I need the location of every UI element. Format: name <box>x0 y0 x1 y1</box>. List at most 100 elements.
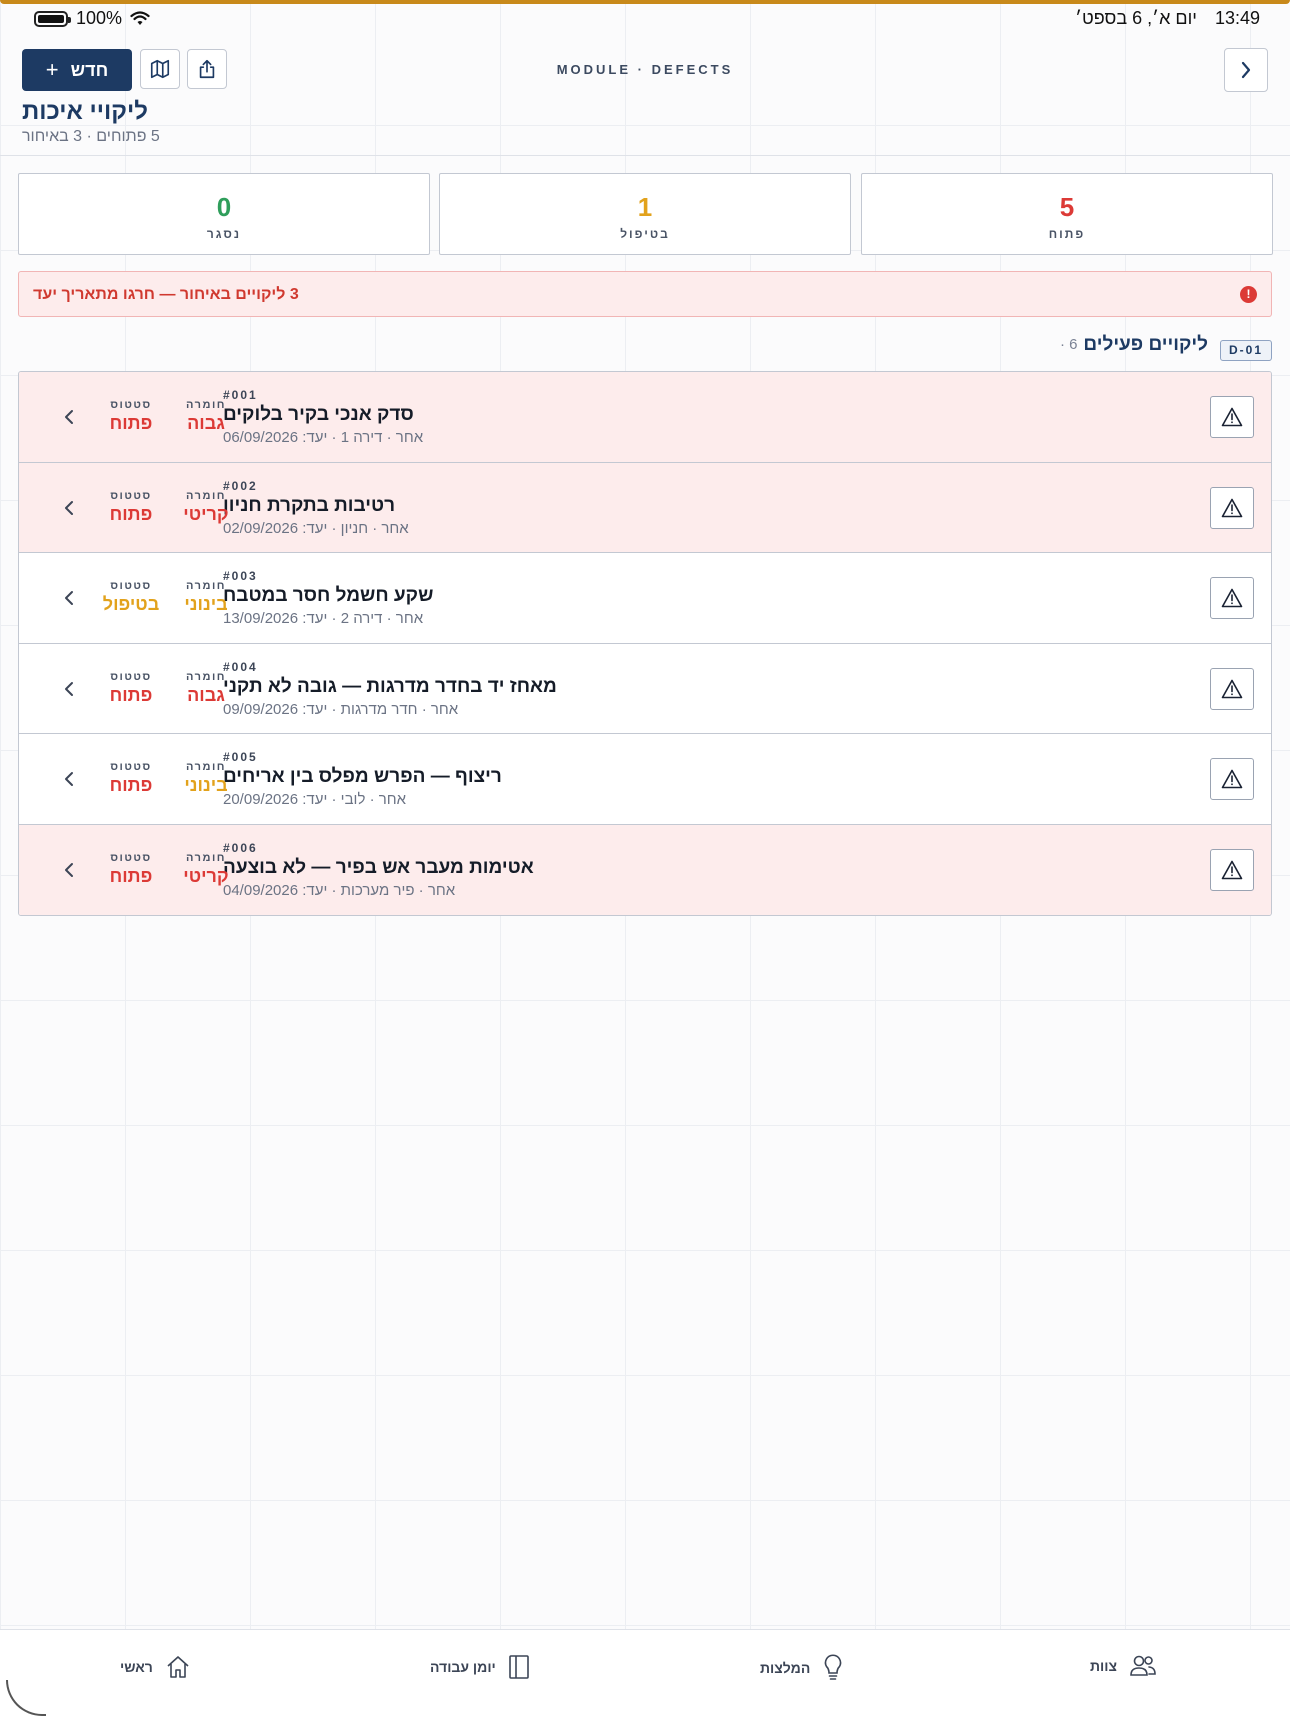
status-date: יום א׳, 6 בספט׳ <box>1075 8 1197 28</box>
nav-home[interactable]: ראשי <box>120 1654 191 1680</box>
severity-header: חומרה <box>186 580 226 592</box>
warning-button[interactable] <box>1210 577 1254 619</box>
status-column: סטטוס פתוח <box>91 671 171 706</box>
warning-button[interactable] <box>1210 848 1254 891</box>
stat-open-card[interactable]: 5 פתוח <box>861 173 1273 255</box>
defect-row[interactable]: #004 מאחז יד בחדר מדרגות — גובה לא תקני … <box>19 643 1271 734</box>
nav-recommendations-label: המלצות <box>760 1660 811 1676</box>
chevron-left-icon[interactable] <box>62 767 76 791</box>
warning-triangle-icon <box>1221 860 1243 879</box>
chevron-left-icon[interactable] <box>62 677 76 701</box>
status-column: סטטוס פתוח <box>91 852 171 887</box>
defect-meta: אחר · חדר מדרגות · יעד: 09/09/2026 <box>223 700 459 718</box>
status-header: סטטוס <box>110 761 152 773</box>
warning-button[interactable] <box>1210 758 1254 800</box>
defect-row[interactable]: #002 רטיבות בתקרת חניון אחר · חניון · יע… <box>19 462 1271 553</box>
chevron-left-icon[interactable] <box>62 405 76 429</box>
nav-worklog-label: יומן עבודה <box>430 1659 496 1675</box>
severity-value: בינוני <box>184 775 228 795</box>
severity-header: חומרה <box>186 489 226 502</box>
warning-button[interactable] <box>1210 396 1254 438</box>
defect-meta: אחר · פיר מערכות · יעד: 04/09/2026 <box>223 881 456 899</box>
section-count: · 6 <box>1060 336 1078 353</box>
status-time: 13:49 <box>1214 8 1260 28</box>
status-column: סטטוס פתוח <box>91 761 171 796</box>
defect-meta: אחר · דירה 1 · יעד: 06/09/2026 <box>223 429 424 446</box>
stat-open-label: פתוח <box>1048 227 1086 241</box>
severity-value: קריטי <box>183 503 229 524</box>
severity-header: חומרה <box>186 670 226 683</box>
status-value: פתוח <box>109 503 153 524</box>
defect-meta: אחר · לובי · יעד: 20/09/2026 <box>223 791 407 808</box>
top-accent-bar <box>0 0 1290 4</box>
wifi-icon <box>130 10 150 25</box>
battery-percent: 100% <box>76 8 123 28</box>
nav-team[interactable]: צוות <box>1090 1654 1157 1678</box>
severity-column: חומרה קריטי <box>179 852 233 887</box>
status-value: פתוח <box>109 684 153 705</box>
warning-triangle-icon <box>1221 679 1243 698</box>
status-column: סטטוס בטיפול <box>91 580 171 615</box>
severity-column: חומרה גבוה <box>179 399 233 434</box>
chevron-left-icon[interactable] <box>62 858 76 882</box>
warning-triangle-icon <box>1221 407 1243 427</box>
battery-icon <box>34 10 71 27</box>
status-value: בטיפול <box>102 594 160 614</box>
stat-in-progress-label: בטיפול <box>620 227 670 241</box>
warning-button[interactable] <box>1210 667 1254 710</box>
status-bar-left: 100% <box>34 8 150 29</box>
status-value: פתוח <box>109 775 153 795</box>
defect-row[interactable]: #005 ריצוף — הפרש מפלס בין אריחים אחר · … <box>19 734 1271 825</box>
stat-in-progress-card[interactable]: 1 בטיפול <box>439 173 851 255</box>
stat-closed-value: 0 <box>216 192 232 222</box>
severity-value: בינוני <box>184 594 228 614</box>
status-column: סטטוס פתוח <box>91 490 171 525</box>
status-value: פתוח <box>109 413 153 433</box>
defect-list: #001 סדק אנכי בקיר בלוקים אחר · דירה 1 ·… <box>18 371 1272 916</box>
chevron-right-icon <box>1241 61 1251 79</box>
severity-header: חומרה <box>186 761 226 773</box>
defect-row[interactable]: #003 שקע חשמל חסר במטבח אחר · דירה 2 · י… <box>19 553 1271 644</box>
severity-value: קריטי <box>183 865 229 886</box>
warning-triangle-icon <box>1221 498 1243 517</box>
stat-closed-label: נסגר <box>206 227 242 241</box>
severity-column: חומרה בינוני <box>179 580 233 615</box>
severity-header: חומרה <box>186 851 226 864</box>
nav-home-label: ראשי <box>120 1659 153 1675</box>
defect-meta: אחר · דירה 2 · יעד: 13/09/2026 <box>223 610 424 627</box>
severity-header: חומרה <box>186 399 226 411</box>
nav-worklog[interactable]: יומן עבודה <box>430 1654 530 1680</box>
nav-team-label: צוות <box>1090 1658 1118 1674</box>
defect-title: מאחז יד בחדר מדרגות — גובה לא תקני <box>223 675 557 697</box>
severity-column: חומרה גבוה <box>179 671 233 706</box>
defect-title: אטימות מעבר אש בפיר — לא בוצעה <box>223 856 534 878</box>
home-icon <box>167 1656 189 1678</box>
defect-title: רטיבות בתקרת חניון <box>223 494 396 516</box>
module-label: MODULE · DEFECTS <box>556 62 734 77</box>
stat-open-value: 5 <box>1059 192 1075 222</box>
status-bar: 100% 13:49 יום א׳, 6 בספט׳ <box>0 8 1290 32</box>
page-subtitle: 5 פתוחים · 3 באיחור <box>22 128 160 145</box>
defect-row[interactable]: #006 אטימות מעבר אש בפיר — לא בוצעה אחר … <box>19 824 1271 915</box>
status-header: סטטוס <box>110 489 152 502</box>
severity-column: חומרה בינוני <box>179 761 233 796</box>
chevron-left-icon[interactable] <box>62 586 76 610</box>
nav-recommendations[interactable]: המלצות <box>760 1654 844 1682</box>
overdue-alert[interactable]: ! 3 ליקויים באיחור — חרגו מתאריך יעד <box>18 271 1272 317</box>
status-column: סטטוס פתוח <box>91 399 171 434</box>
defect-row[interactable]: #001 סדק אנכי בקיר בלוקים אחר · דירה 1 ·… <box>19 372 1271 463</box>
severity-value: גבוה <box>187 684 225 705</box>
back-button[interactable] <box>1224 48 1268 92</box>
chevron-left-icon[interactable] <box>62 496 76 520</box>
team-icon <box>1130 1655 1156 1676</box>
defect-title: שקע חשמל חסר במטבח <box>223 585 434 606</box>
defect-title: ריצוף — הפרש מפלס בין אריחים <box>223 766 502 787</box>
stat-closed-card[interactable]: 0 נסגר <box>18 173 430 255</box>
defect-title: סדק אנכי בקיר בלוקים <box>223 404 414 425</box>
defect-meta: אחר · חניון · יעד: 02/09/2026 <box>223 519 409 537</box>
overdue-alert-text: 3 ליקויים באיחור — חרגו מתאריך יעד <box>33 286 299 303</box>
section-code-badge: D-01 <box>1219 340 1272 361</box>
section-title: ליקויים פעילים <box>1083 334 1208 355</box>
warning-button[interactable] <box>1210 486 1254 529</box>
page-header: חדש + MODULE · DEFECTS ליקויי איכות 5 פת… <box>0 36 1290 156</box>
